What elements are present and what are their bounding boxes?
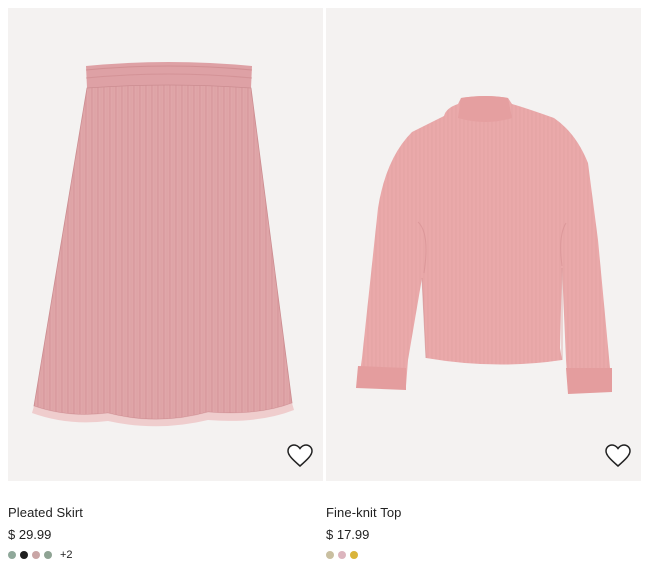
pleated-skirt-image [32,62,294,427]
color-swatch[interactable] [338,551,346,559]
color-swatches: +2 [8,549,73,561]
product-card-fine-knit-top[interactable]: Fine-knit Top $ 17.99 [326,8,641,567]
product-image[interactable] [326,8,641,481]
color-swatch[interactable] [44,551,52,559]
product-card-pleated-skirt[interactable]: Pleated Skirt $ 29.99 +2 [8,8,323,567]
color-swatch[interactable] [326,551,334,559]
color-swatch[interactable] [32,551,40,559]
color-swatch[interactable] [20,551,28,559]
knit-top-image [356,96,612,394]
product-image[interactable] [8,8,323,481]
color-swatch[interactable] [350,551,358,559]
color-swatch[interactable] [8,551,16,559]
product-title[interactable]: Pleated Skirt [8,505,83,520]
heart-outline-icon [287,444,313,467]
heart-outline-icon [605,444,631,467]
product-title[interactable]: Fine-knit Top [326,505,402,520]
add-to-favorites-button[interactable] [603,441,633,471]
product-price: $ 17.99 [326,527,370,542]
product-grid: Pleated Skirt $ 29.99 +2 Fine-knit Top $… [0,0,645,567]
add-to-favorites-button[interactable] [285,441,315,471]
color-swatches [326,549,362,561]
more-colors-count: +2 [60,549,73,561]
product-price: $ 29.99 [8,527,52,542]
